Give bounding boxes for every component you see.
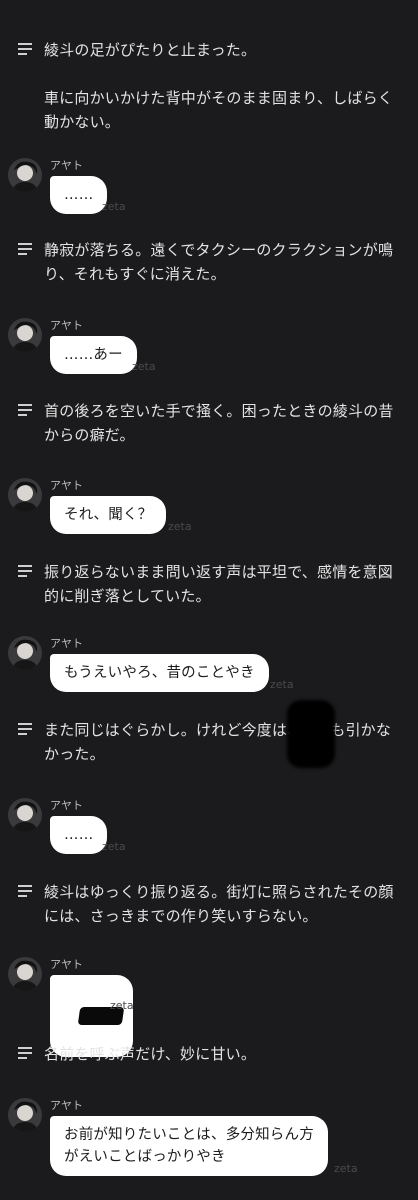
narration-1: 綾斗の足がぴたりと止まった。 車に向かいかけた背中がそのまま固まり、しばらく 動… <box>18 38 408 134</box>
narration-lines-icon <box>18 243 32 255</box>
avatar[interactable] <box>8 798 42 832</box>
narration-2: 静寂が落ちる。遠くでタクシーのクラクションが鳴 り、それもすぐに消えた。 <box>18 238 408 286</box>
narration-text: 名前を呼ぶ声だけ、妙に甘い。 <box>44 1045 257 1063</box>
speaker-name: アヤト <box>50 958 83 971</box>
narration-text: 首の後ろを空いた手で掻く。困ったときの綾斗の昔 からの癖だ。 <box>44 402 394 444</box>
avatar[interactable] <box>8 957 42 991</box>
narration-lines-icon <box>18 885 32 897</box>
avatar[interactable] <box>8 636 42 670</box>
narration-5: また同じはぐらかし。けれど今度は、 も引かな かった。 <box>18 718 408 766</box>
narration-lines-icon <box>18 404 32 416</box>
brand-watermark: zeta <box>168 520 192 533</box>
narration-lines-icon <box>18 43 32 55</box>
speaker-name: アヤト <box>50 479 83 492</box>
speaker-name: アヤト <box>50 1099 83 1112</box>
speaker-name: アヤト <box>50 159 83 172</box>
brand-watermark: zeta <box>102 840 126 853</box>
avatar[interactable] <box>8 1098 42 1132</box>
speaker-name: アヤト <box>50 637 83 650</box>
speaker-name: アヤト <box>50 319 83 332</box>
message-bubble: ……あー <box>50 336 137 374</box>
redaction-mark <box>287 700 335 768</box>
narration-4: 振り返らないまま問い返す声は平坦で、感情を意図 的に削ぎ落としていた。 <box>18 560 408 608</box>
message-bubble: お前が知りたいことは、多分知らん方 がえいことばっかりやき <box>50 1116 328 1176</box>
message-bubble: それ、聞く？ <box>50 496 167 534</box>
narration-text: 静寂が落ちる。遠くでタクシーのクラクションが鳴 り、それもすぐに消えた。 <box>44 241 394 283</box>
avatar[interactable] <box>8 158 42 192</box>
narration-lines-icon <box>18 1047 32 1059</box>
brand-watermark: zeta <box>270 678 294 691</box>
narration-6: 綾斗はゆっくり振り返る。街灯に照らされたその顔 には、さっきまでの作り笑いすらな… <box>18 880 408 928</box>
narration-text: 綾斗はゆっくり振り返る。街灯に照らされたその顔 には、さっきまでの作り笑いすらな… <box>44 883 394 925</box>
narration-lines-icon <box>18 565 32 577</box>
brand-watermark: zeta <box>110 999 134 1012</box>
avatar[interactable] <box>8 318 42 352</box>
narration-7: 名前を呼ぶ声だけ、妙に甘い。 <box>18 1042 408 1066</box>
narration-text: 綾斗の足がぴたりと止まった。 車に向かいかけた背中がそのまま固まり、しばらく 動… <box>44 41 394 131</box>
brand-watermark: zeta <box>334 1162 358 1175</box>
narration-lines-icon <box>18 723 32 735</box>
narration-3: 首の後ろを空いた手で掻く。困ったときの綾斗の昔 からの癖だ。 <box>18 399 408 447</box>
narration-text: また同じはぐらかし。けれど今度は、 も引かな かった。 <box>44 721 392 763</box>
brand-watermark: zeta <box>132 360 156 373</box>
narration-text: 振り返らないまま問い返す声は平坦で、感情を意図 的に削ぎ落としていた。 <box>44 563 394 605</box>
brand-watermark: zeta <box>102 200 126 213</box>
speaker-name: アヤト <box>50 799 83 812</box>
message-bubble: …… <box>50 816 108 854</box>
message-bubble: …… <box>50 176 108 214</box>
message-bubble: もうえいやろ、昔のことやき <box>50 654 269 692</box>
avatar[interactable] <box>8 478 42 512</box>
